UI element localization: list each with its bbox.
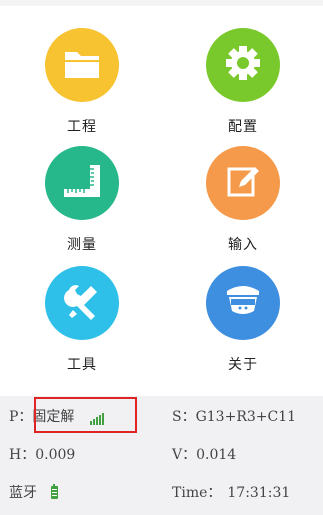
ruler-icon — [60, 161, 104, 205]
main-menu-screen: 工程 配置 测量 输入 工具 关于 P：固定解 S：G13+R3+C11 H：0… — [0, 0, 323, 515]
vertical-precision: V：0.014 — [172, 444, 236, 464]
measure-icon-circle[interactable] — [45, 146, 119, 220]
folder-icon — [62, 46, 102, 84]
config-label: 配置 — [228, 119, 258, 135]
time-label: Time： — [172, 485, 222, 501]
bluetooth-status: 蓝牙 — [9, 482, 58, 502]
config-tile[interactable]: 配置 — [183, 28, 303, 140]
s-label: S： — [172, 409, 196, 425]
time-status: Time： 17:31:31 — [172, 482, 290, 502]
measure-label: 测量 — [67, 237, 97, 253]
top-divider — [0, 0, 323, 6]
measure-tile[interactable]: 测量 — [22, 146, 142, 258]
horizontal-precision: H：0.009 — [9, 444, 75, 464]
v-label: V： — [172, 447, 197, 463]
tools-icon — [61, 280, 103, 326]
edit-icon — [223, 161, 263, 205]
battery-icon — [51, 483, 58, 499]
receiver-icon — [221, 281, 265, 325]
status-row-connection: 蓝牙 Time： 17:31:31 — [0, 472, 323, 510]
tools-icon-circle[interactable] — [45, 266, 119, 340]
tools-label: 工具 — [67, 357, 97, 373]
status-row-precision: H：0.009 V：0.014 — [0, 434, 323, 472]
menu-grid: 工程 配置 测量 输入 工具 关于 — [0, 18, 323, 383]
about-icon-circle[interactable] — [206, 266, 280, 340]
about-tile[interactable]: 关于 — [183, 266, 303, 378]
p-label: P： — [9, 409, 33, 425]
input-label: 输入 — [228, 237, 258, 253]
tools-tile[interactable]: 工具 — [22, 266, 142, 378]
v-value: 0.014 — [196, 447, 237, 463]
satellite-status: S：G13+R3+C11 — [172, 406, 296, 426]
about-label: 关于 — [228, 357, 258, 373]
time-value: 17:31:31 — [227, 485, 291, 501]
highlight-box — [34, 397, 137, 433]
config-icon-circle[interactable] — [206, 28, 280, 102]
h-label: H： — [9, 447, 36, 463]
project-label: 工程 — [67, 119, 97, 135]
gear-icon — [223, 43, 263, 87]
project-tile[interactable]: 工程 — [22, 28, 142, 140]
s-value: G13+R3+C11 — [195, 409, 297, 425]
h-value: 0.009 — [35, 447, 76, 463]
bluetooth-label: 蓝牙 — [9, 485, 37, 501]
input-icon-circle[interactable] — [206, 146, 280, 220]
input-tile[interactable]: 输入 — [183, 146, 303, 258]
project-icon-circle[interactable] — [45, 28, 119, 102]
